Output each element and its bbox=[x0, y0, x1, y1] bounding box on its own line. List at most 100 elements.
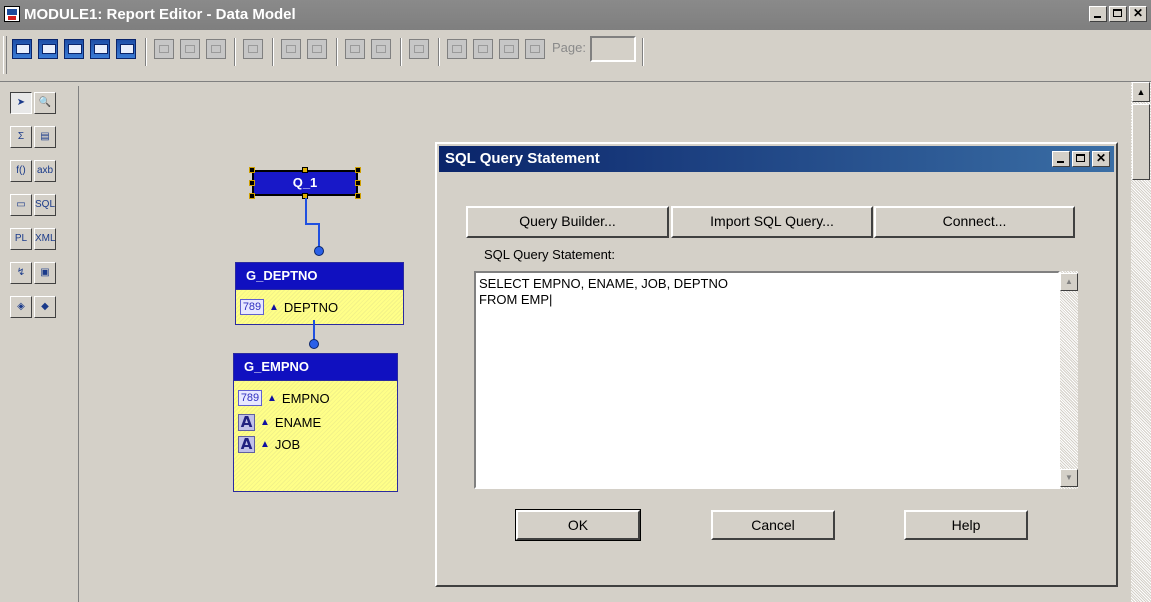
summary-tool-icon[interactable]: Σ bbox=[10, 126, 32, 148]
data-model-view-icon[interactable] bbox=[12, 39, 32, 59]
column-label: EMPNO bbox=[281, 390, 330, 406]
dialog-title: SQL Query Statement bbox=[445, 150, 600, 167]
query-link-line bbox=[318, 223, 320, 247]
break-order-icon: ▲ bbox=[260, 416, 270, 428]
magnify-tool-icon[interactable]: 🔍 bbox=[34, 92, 56, 114]
data-link-tool-icon[interactable]: ↯ bbox=[10, 262, 32, 284]
break-order-icon: ▲ bbox=[267, 392, 277, 404]
number-column-icon: 789 bbox=[238, 390, 262, 406]
grid-icon[interactable] bbox=[409, 39, 429, 59]
first-page-icon[interactable] bbox=[447, 39, 467, 59]
sql-query-dialog: SQL Query Statement ✕ Query Builder... I… bbox=[435, 142, 1118, 587]
toolbar-separator bbox=[272, 38, 274, 66]
scroll-up-icon[interactable]: ▲ bbox=[1060, 273, 1078, 291]
group-name: G_DEPTNO bbox=[236, 263, 403, 290]
group-g-empno[interactable]: G_EMPNO 789 ▲ EMPNO A ▲ ENAME A ▲ JOB bbox=[233, 353, 398, 492]
dialog-maximize-button[interactable] bbox=[1072, 151, 1090, 167]
cancel-button[interactable]: Cancel bbox=[711, 510, 835, 540]
dialog-minimize-button[interactable] bbox=[1052, 151, 1070, 167]
matrix-icon[interactable] bbox=[371, 39, 391, 59]
selection-handle[interactable] bbox=[249, 180, 255, 186]
selection-handle[interactable] bbox=[355, 180, 361, 186]
column-item[interactable]: A ▲ ENAME bbox=[238, 412, 321, 432]
cross-product-tool-icon[interactable]: axb bbox=[34, 160, 56, 182]
selection-handle[interactable] bbox=[249, 193, 255, 199]
window-title: MODULE1: Report Editor - Data Model bbox=[24, 6, 296, 23]
plsql-query-tool-icon[interactable]: PL bbox=[10, 228, 32, 250]
scroll-thumb[interactable] bbox=[1132, 104, 1150, 180]
xml-query-tool-icon[interactable]: XML bbox=[34, 228, 56, 250]
cube-tool-icon[interactable]: ◈ bbox=[10, 296, 32, 318]
link-connector-dot[interactable] bbox=[309, 339, 319, 349]
connect-button[interactable]: Connect... bbox=[874, 206, 1075, 238]
group-tool-icon[interactable]: ◆ bbox=[34, 296, 56, 318]
scroll-up-icon[interactable]: ▲ bbox=[1132, 82, 1150, 102]
selection-handle[interactable] bbox=[249, 167, 255, 173]
toolbar-separator bbox=[438, 38, 440, 66]
database-column-tool-icon[interactable]: ▤ bbox=[34, 126, 56, 148]
selection-handle[interactable] bbox=[355, 193, 361, 199]
sql-statement-text: SELECT EMPNO, ENAME, JOB, DEPTNO FROM EM… bbox=[479, 276, 728, 307]
maximize-button[interactable] bbox=[1109, 6, 1127, 22]
main-toolbar: Page: bbox=[0, 30, 1151, 82]
frame-icon[interactable] bbox=[281, 39, 301, 59]
group-g-deptno[interactable]: G_DEPTNO 789 ▲ DEPTNO bbox=[235, 262, 404, 325]
toolbar-separator bbox=[336, 38, 338, 66]
align-center-icon[interactable] bbox=[180, 39, 200, 59]
field-icon[interactable] bbox=[345, 39, 365, 59]
align-left-icon[interactable] bbox=[154, 39, 174, 59]
placeholder-tool-icon[interactable]: ▭ bbox=[10, 194, 32, 216]
column-item[interactable]: 789 ▲ EMPNO bbox=[238, 388, 330, 408]
break-order-icon: ▲ bbox=[269, 301, 279, 313]
bring-to-front-icon[interactable] bbox=[243, 39, 263, 59]
character-column-icon: A bbox=[238, 435, 255, 453]
report-editor-icon bbox=[4, 6, 20, 22]
character-column-icon: A bbox=[238, 413, 255, 431]
paper-layout-view-icon[interactable] bbox=[64, 39, 84, 59]
page-label: Page: bbox=[552, 40, 586, 55]
sql-statement-label: SQL Query Statement: bbox=[484, 247, 616, 262]
formula-tool-icon[interactable]: f() bbox=[10, 160, 32, 182]
link-connector-dot[interactable] bbox=[314, 246, 324, 256]
ref-cursor-tool-icon[interactable]: ▣ bbox=[34, 262, 56, 284]
dialog-close-button[interactable]: ✕ bbox=[1092, 151, 1110, 167]
next-page-icon[interactable] bbox=[499, 39, 519, 59]
toolbar-separator bbox=[234, 38, 236, 66]
selection-handle[interactable] bbox=[302, 167, 308, 173]
group-name: G_EMPNO bbox=[234, 354, 397, 381]
query-link-line bbox=[305, 198, 307, 224]
tool-palette: ➤ 🔍 Σ ▤ f() axb ▭ SQL PL XML ↯ ▣ ◈ ◆ bbox=[6, 86, 79, 602]
paper-parameter-form-icon[interactable] bbox=[116, 39, 136, 59]
select-tool-icon[interactable]: ➤ bbox=[10, 92, 32, 114]
column-label: DEPTNO bbox=[283, 299, 339, 315]
paper-design-view-icon[interactable] bbox=[90, 39, 110, 59]
ok-button[interactable]: OK bbox=[515, 509, 641, 541]
query-builder-button[interactable]: Query Builder... bbox=[466, 206, 669, 238]
minimize-button[interactable] bbox=[1089, 6, 1107, 22]
query-label: Q_1 bbox=[292, 175, 318, 190]
previous-page-icon[interactable] bbox=[473, 39, 493, 59]
toolbar-separator bbox=[642, 38, 644, 66]
canvas-scrollbar[interactable]: ▲ bbox=[1131, 82, 1151, 602]
toolbar-grip[interactable] bbox=[3, 36, 7, 74]
window-title-bar: MODULE1: Report Editor - Data Model ✕ bbox=[0, 0, 1151, 30]
web-source-view-icon[interactable] bbox=[38, 39, 58, 59]
column-item[interactable]: 789 ▲ DEPTNO bbox=[240, 297, 338, 317]
column-item[interactable]: A ▲ JOB bbox=[238, 434, 300, 454]
selection-handle[interactable] bbox=[355, 167, 361, 173]
align-bottom-icon[interactable] bbox=[206, 39, 226, 59]
last-page-icon[interactable] bbox=[525, 39, 545, 59]
scroll-down-icon[interactable]: ▼ bbox=[1060, 469, 1078, 487]
break-order-icon: ▲ bbox=[260, 438, 270, 450]
number-column-icon: 789 bbox=[240, 299, 264, 315]
page-number-input[interactable] bbox=[590, 36, 636, 62]
query-link-line bbox=[305, 223, 319, 225]
sql-scrollbar[interactable]: ▲ ▼ bbox=[1060, 271, 1078, 489]
sql-query-tool-icon[interactable]: SQL bbox=[34, 194, 56, 216]
repeating-frame-icon[interactable] bbox=[307, 39, 327, 59]
toolbar-separator bbox=[400, 38, 402, 66]
import-sql-query-button[interactable]: Import SQL Query... bbox=[671, 206, 873, 238]
close-button[interactable]: ✕ bbox=[1129, 6, 1147, 22]
help-button[interactable]: Help bbox=[904, 510, 1028, 540]
sql-statement-textarea[interactable]: SELECT EMPNO, ENAME, JOB, DEPTNO FROM EM… bbox=[474, 271, 1060, 489]
